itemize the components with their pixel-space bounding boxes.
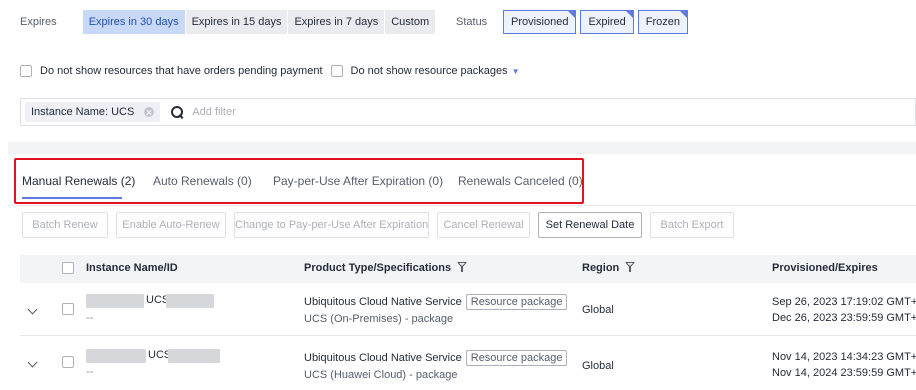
tab-renewals-canceled[interactable]: Renewals Canceled (0) bbox=[458, 173, 583, 189]
tab-manual-renewals[interactable]: Manual Renewals (2) bbox=[22, 173, 135, 189]
selected-corner-icon bbox=[567, 10, 577, 19]
batch-renew-button[interactable]: Batch Renew bbox=[22, 212, 108, 238]
resource-packages-label: Do not show resource packages bbox=[350, 65, 508, 77]
search-bar[interactable]: Instance Name: UCS Add filter bbox=[20, 98, 916, 126]
cancel-renewal-button[interactable]: Cancel Renewal bbox=[437, 212, 530, 238]
filter-icon[interactable] bbox=[457, 262, 468, 272]
tab-auto-renewals[interactable]: Auto Renewals (0) bbox=[153, 173, 252, 189]
expires-time: Dec 26, 2023 23:59:59 GMT+08:00 bbox=[772, 312, 916, 324]
selected-corner-icon bbox=[679, 10, 689, 19]
status-option-label: Provisioned bbox=[511, 16, 569, 28]
filter-chip-label: Instance Name: UCS bbox=[31, 106, 135, 118]
instance-id: -- bbox=[86, 312, 94, 324]
resource-package-tag: Resource package bbox=[465, 294, 568, 310]
product-type: Ubiquitous Cloud Native Service Resource … bbox=[304, 294, 568, 310]
filter-chip: Instance Name: UCS bbox=[25, 102, 161, 122]
resource-package-tag: Resource package bbox=[465, 350, 568, 366]
tabs-divider bbox=[8, 205, 916, 206]
product-type: Ubiquitous Cloud Native Service Resource … bbox=[304, 350, 568, 366]
provisioned-time: Sep 26, 2023 17:19:02 GMT+08:00 bbox=[772, 296, 916, 308]
redacted-id bbox=[168, 349, 220, 363]
product-name: Ubiquitous Cloud Native Service bbox=[304, 352, 462, 364]
batch-export-button[interactable]: Batch Export bbox=[650, 212, 734, 238]
filter-icon[interactable] bbox=[625, 262, 636, 272]
product-name: Ubiquitous Cloud Native Service bbox=[304, 296, 462, 308]
status-option-expired[interactable]: Expired bbox=[580, 10, 634, 34]
column-region-label: Region bbox=[582, 262, 620, 274]
change-ppu-button[interactable]: Change to Pay-per-Use After Expiration bbox=[234, 212, 429, 238]
column-product[interactable]: Product Type/Specifications bbox=[304, 262, 468, 274]
column-product-label: Product Type/Specifications bbox=[304, 262, 452, 274]
expires-options: Expires in 30 days Expires in 15 days Ex… bbox=[82, 10, 437, 34]
redacted-name bbox=[86, 349, 146, 363]
status-option-frozen[interactable]: Frozen bbox=[637, 10, 689, 34]
select-all-checkbox[interactable] bbox=[62, 262, 74, 274]
expires-option-custom[interactable]: Custom bbox=[385, 10, 437, 34]
search-icon bbox=[170, 105, 184, 119]
provisioned-time: Nov 14, 2023 14:34:23 GMT+08:00 bbox=[772, 351, 916, 363]
check-options: Do not show resources that have orders p… bbox=[20, 63, 520, 79]
section-divider bbox=[8, 142, 916, 154]
expires-option-7-days[interactable]: Expires in 7 days bbox=[288, 10, 386, 34]
column-instance: Instance Name/ID bbox=[86, 262, 178, 274]
selected-corner-icon bbox=[624, 10, 634, 19]
chevron-down-icon[interactable]: ▼ bbox=[512, 67, 520, 76]
status-option-label: Frozen bbox=[645, 16, 681, 28]
chevron-down-icon[interactable] bbox=[28, 359, 38, 369]
column-region[interactable]: Region bbox=[582, 262, 636, 274]
enable-auto-renew-button[interactable]: Enable Auto-Renew bbox=[116, 212, 226, 238]
status-option-provisioned[interactable]: Provisioned bbox=[503, 10, 577, 34]
product-spec: UCS (On-Premises) - package bbox=[304, 313, 454, 325]
row-checkbox[interactable] bbox=[62, 303, 74, 315]
pending-payment-label: Do not show resources that have orders p… bbox=[40, 65, 323, 77]
status-label: Status bbox=[456, 16, 488, 28]
row-checkbox[interactable] bbox=[62, 356, 74, 368]
row-divider bbox=[20, 335, 916, 336]
column-expires: Provisioned/Expires bbox=[772, 262, 878, 274]
redacted-name bbox=[86, 294, 144, 308]
active-tab-indicator bbox=[22, 197, 122, 199]
redacted-id bbox=[166, 294, 214, 308]
resource-packages-checkbox[interactable] bbox=[330, 65, 343, 77]
chevron-down-icon[interactable] bbox=[28, 306, 38, 316]
expires-option-30-days[interactable]: Expires in 30 days bbox=[82, 10, 186, 34]
instance-id: -- bbox=[86, 366, 94, 378]
product-spec: UCS (Huawei Cloud) - package bbox=[304, 369, 458, 381]
search-input[interactable]: Add filter bbox=[192, 106, 235, 118]
expires-label: Expires bbox=[20, 16, 57, 28]
region: Global bbox=[582, 304, 614, 316]
tab-pay-per-use[interactable]: Pay-per-Use After Expiration (0) bbox=[273, 173, 443, 189]
status-options: Provisioned Expired Frozen bbox=[503, 10, 689, 34]
pending-payment-checkbox[interactable] bbox=[20, 65, 32, 77]
set-renewal-date-button[interactable]: Set Renewal Date bbox=[538, 212, 642, 238]
region: Global bbox=[582, 360, 614, 372]
expires-option-15-days[interactable]: Expires in 15 days bbox=[185, 10, 289, 34]
expires-time: Nov 14, 2024 23:59:59 GMT+08:00 bbox=[772, 367, 916, 379]
status-option-label: Expired bbox=[588, 16, 626, 28]
expires-filter: Expires Expires in 30 days Expires in 15… bbox=[20, 10, 437, 34]
close-icon[interactable] bbox=[144, 107, 155, 117]
